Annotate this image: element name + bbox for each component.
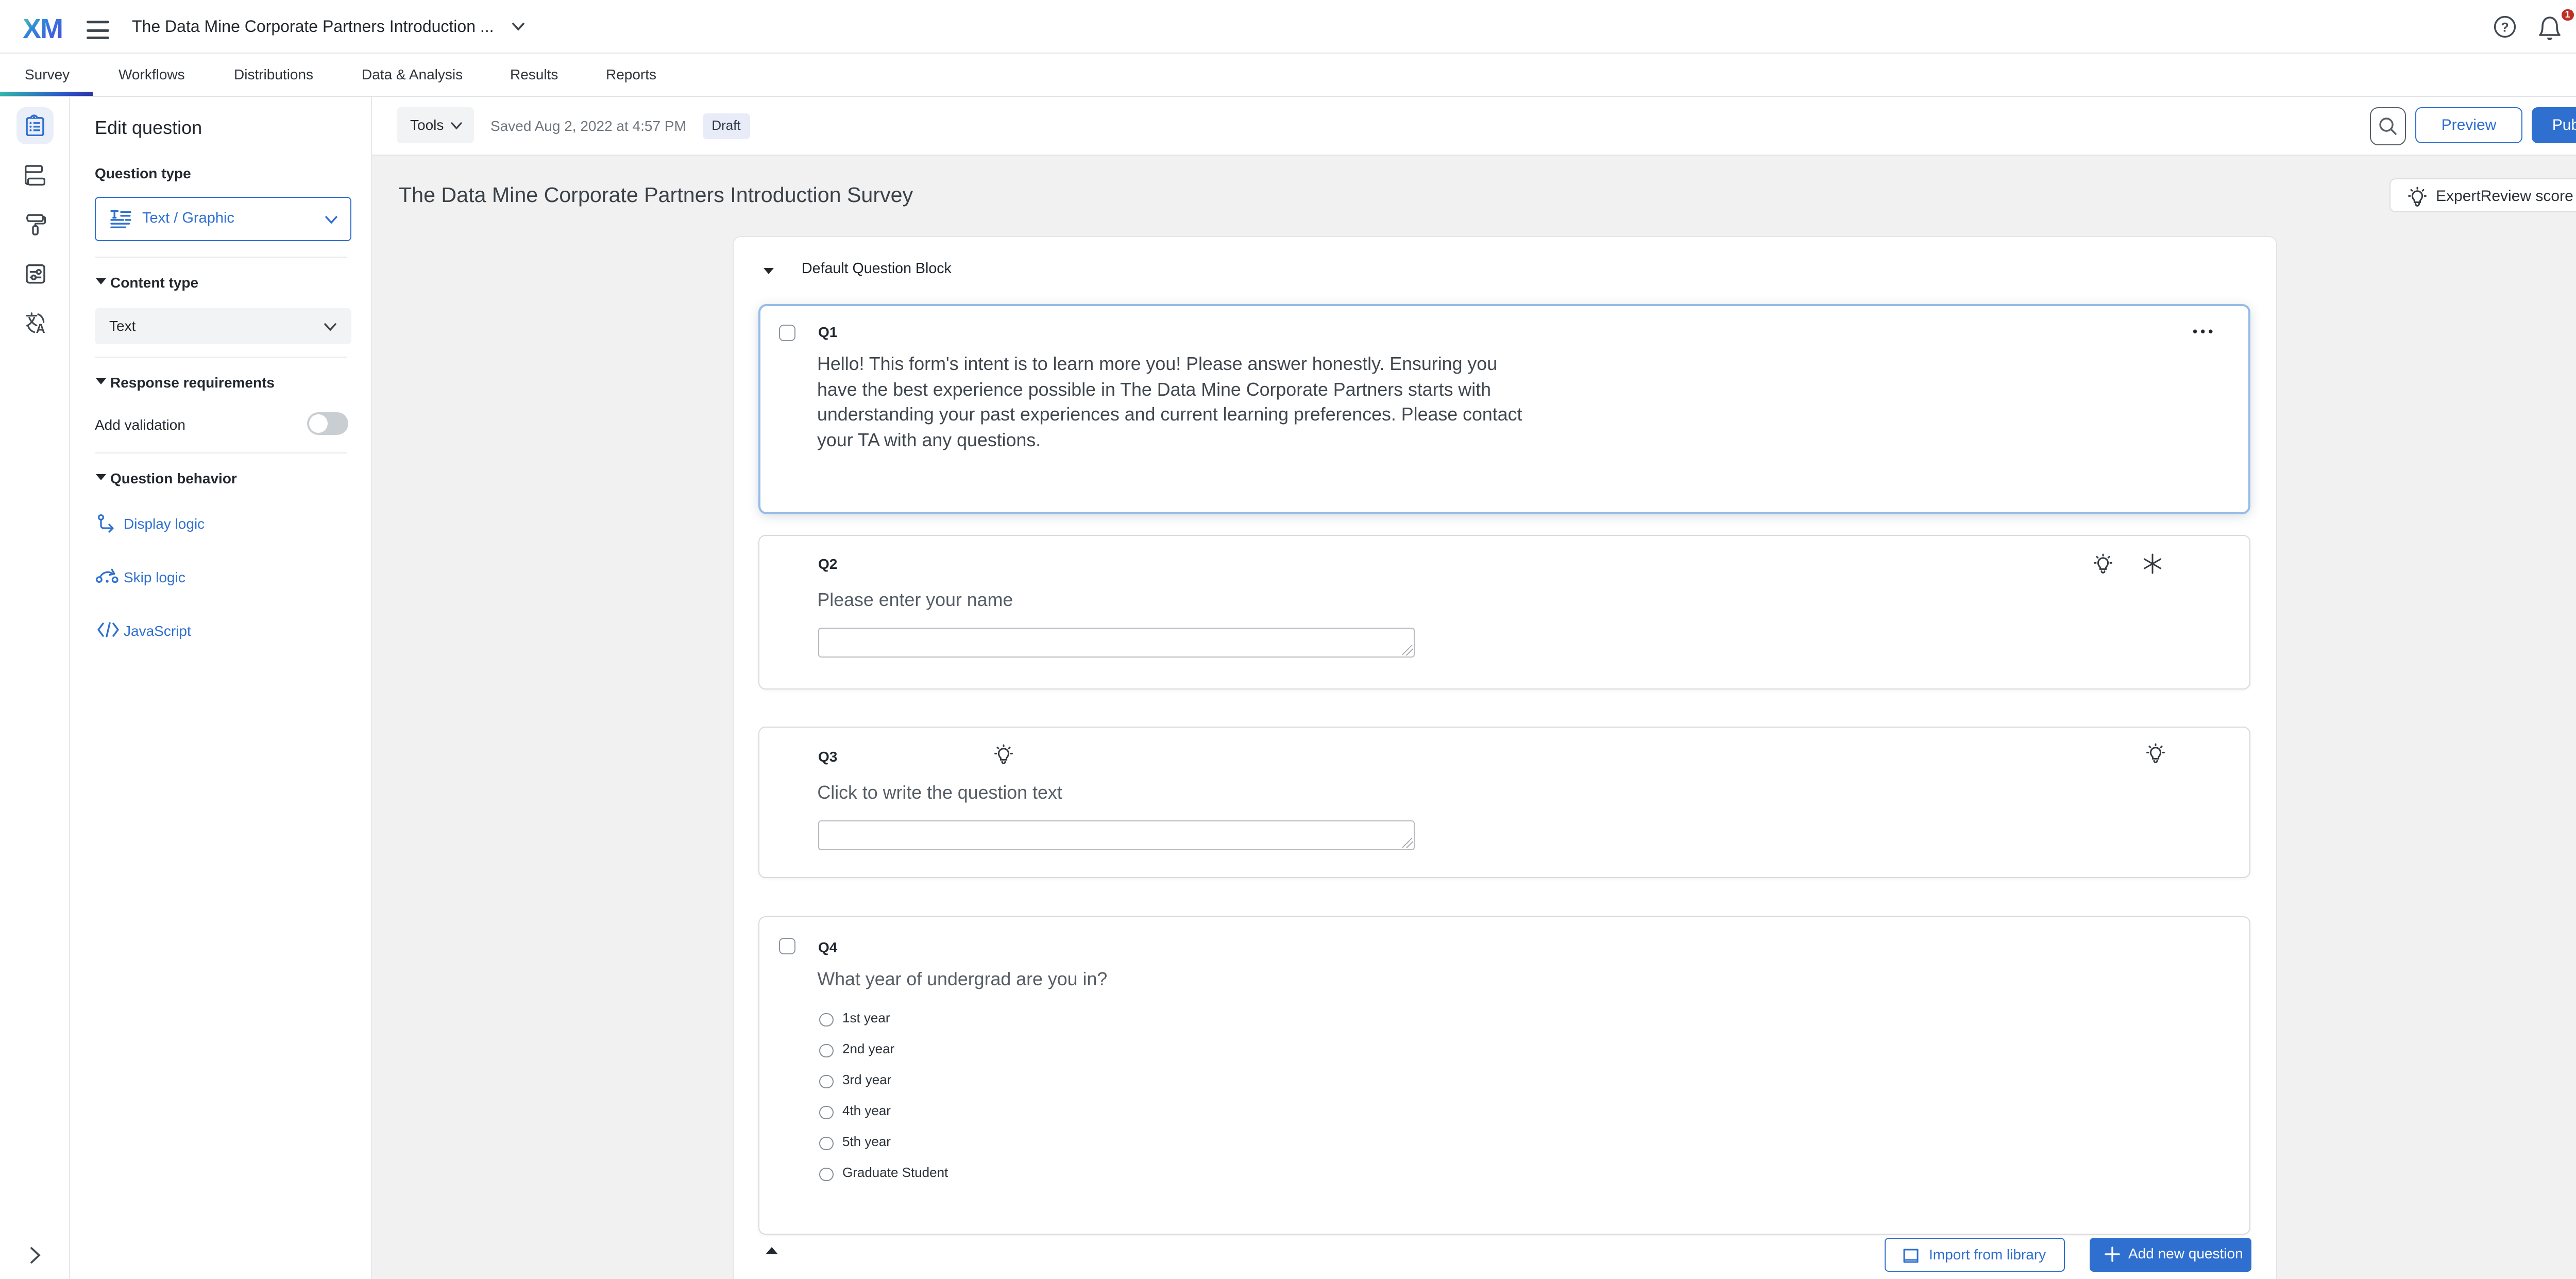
svg-text:XM: XM <box>23 13 62 42</box>
svg-text:A: A <box>36 321 45 333</box>
svg-text:?: ? <box>2501 20 2509 35</box>
